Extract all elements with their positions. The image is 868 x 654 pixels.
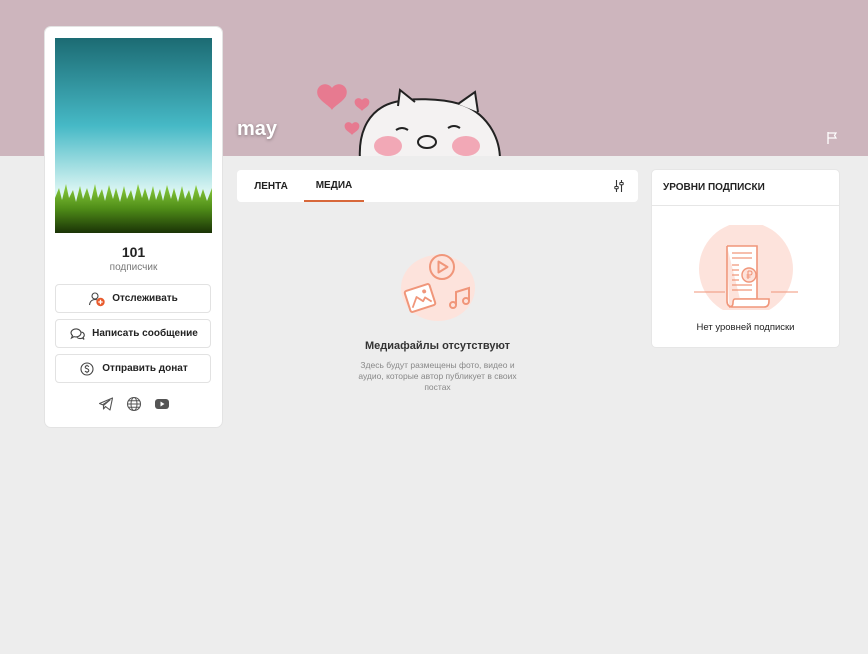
youtube-icon[interactable] <box>154 396 170 412</box>
message-button-label: Написать сообщение <box>92 328 198 339</box>
empty-media-title: Медиафайлы отсутствуют <box>364 340 510 352</box>
chat-icon <box>68 326 86 342</box>
cover-cat-image <box>317 84 501 156</box>
telegram-icon[interactable] <box>98 396 114 412</box>
coin-icon <box>78 361 96 377</box>
subscription-scroll-icon <box>694 225 798 310</box>
empty-media-description: Здесь будут размещены фото, видео и ауди… <box>358 360 517 392</box>
donate-button[interactable]: Отправить донат <box>55 354 211 383</box>
globe-icon[interactable] <box>126 396 142 412</box>
profile-card: 101 подписчик Отслеживать Написать сообщ… <box>45 27 222 427</box>
subscription-levels-card: УРОВНИ ПОДПИСКИ Нет уровней подписки <box>652 170 839 347</box>
subscription-levels-title: УРОВНИ ПОДПИСКИ <box>663 182 765 193</box>
empty-media-state: Медиафайлы отсутствуют Здесь будут разме… <box>237 250 638 393</box>
divider <box>652 205 839 206</box>
avatar <box>55 38 212 233</box>
message-button[interactable]: Написать сообщение <box>55 319 211 348</box>
follow-button-label: Отслеживать <box>112 293 178 304</box>
no-subscription-levels-text: Нет уровней подписки <box>696 322 795 333</box>
subscriber-label: подписчик <box>109 262 158 273</box>
profile-name: may <box>237 118 278 140</box>
media-illustration-icon <box>400 254 475 321</box>
tab-feed[interactable]: ЛЕНТА <box>245 170 297 202</box>
donate-button-label: Отправить донат <box>102 363 188 374</box>
subscriber-count: 101 <box>121 244 146 260</box>
social-links <box>45 396 222 412</box>
tab-media[interactable]: МЕДИА <box>304 170 364 202</box>
flag-icon[interactable] <box>826 131 838 145</box>
follow-user-icon <box>88 291 106 307</box>
filter-icon[interactable] <box>613 179 625 193</box>
content-tabs: ЛЕНТА МЕДИА <box>237 170 638 202</box>
follow-button[interactable]: Отслеживать <box>55 284 211 313</box>
